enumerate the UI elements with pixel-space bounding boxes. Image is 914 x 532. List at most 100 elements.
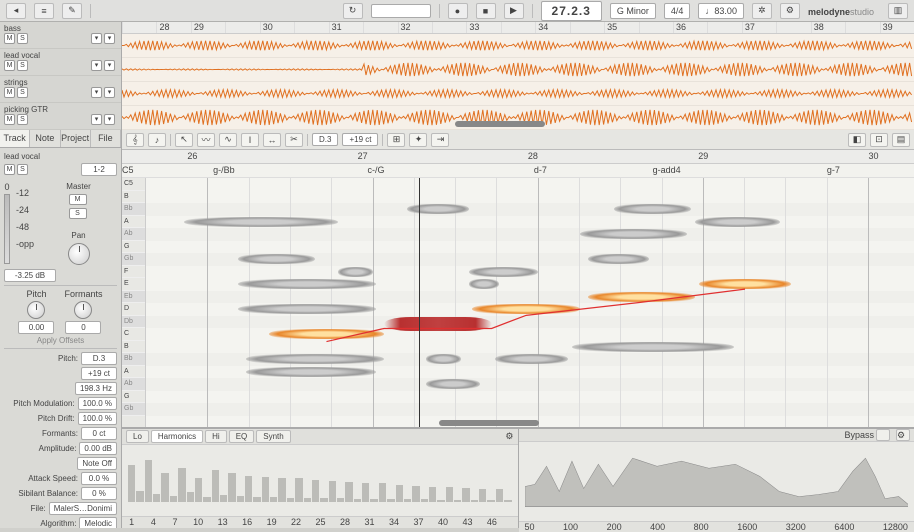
solo-button[interactable]: S bbox=[17, 87, 28, 98]
harmonic-bar[interactable] bbox=[195, 478, 202, 502]
note-blob[interactable] bbox=[695, 217, 779, 227]
tab-note[interactable]: Note bbox=[30, 130, 60, 147]
expand-icon[interactable]: ▾ bbox=[91, 114, 102, 125]
cycle-range[interactable] bbox=[371, 4, 431, 18]
position-display[interactable]: 27.2.3 bbox=[541, 1, 602, 21]
stop-button[interactable]: ■ bbox=[476, 3, 496, 19]
note-blob[interactable] bbox=[238, 304, 376, 314]
back-icon[interactable]: ◂ bbox=[6, 3, 26, 19]
harmonic-bar[interactable] bbox=[270, 497, 277, 502]
harmonic-bar[interactable] bbox=[320, 498, 327, 502]
harmonic-bar[interactable] bbox=[245, 476, 252, 503]
note-blob[interactable] bbox=[495, 354, 568, 364]
sound-tab-synth[interactable]: Synth bbox=[256, 430, 290, 443]
track-header-2[interactable]: strings MS ▾▾ bbox=[0, 76, 121, 103]
harmonic-bar[interactable] bbox=[178, 468, 185, 502]
sound-tab-harmonics[interactable]: Harmonics bbox=[151, 430, 203, 443]
editor-scrollbar[interactable] bbox=[439, 420, 539, 426]
note-blob[interactable] bbox=[338, 267, 373, 277]
pitch-knob[interactable] bbox=[27, 301, 45, 319]
arrange-scrollbar[interactable] bbox=[455, 121, 545, 127]
harmonic-bar[interactable] bbox=[237, 496, 244, 502]
track-header-1[interactable]: lead vocal MS ▾▾ bbox=[0, 49, 121, 76]
menu-icon[interactable]: ≡ bbox=[34, 3, 54, 19]
arrange-track-0[interactable] bbox=[122, 34, 914, 58]
note-info-value[interactable]: Note Off bbox=[77, 457, 117, 470]
tab-track[interactable]: Track bbox=[0, 130, 30, 147]
separation-tool-icon[interactable]: ✂ bbox=[285, 133, 303, 147]
range-field[interactable]: 1-2 bbox=[81, 163, 117, 176]
note-pitch-field[interactable]: D.3 bbox=[312, 133, 338, 146]
formants-knob[interactable] bbox=[74, 301, 92, 319]
harmonic-bar[interactable] bbox=[362, 483, 369, 502]
harmonic-bar[interactable] bbox=[396, 485, 403, 502]
harmonic-bar[interactable] bbox=[479, 489, 486, 502]
timing-tool-icon[interactable]: ↔ bbox=[263, 133, 281, 147]
note-blob[interactable] bbox=[614, 204, 691, 214]
options-icon[interactable]: ▾ bbox=[104, 60, 115, 71]
note-blob[interactable] bbox=[246, 367, 377, 377]
harmonic-bar[interactable] bbox=[354, 499, 361, 502]
note-blob[interactable] bbox=[238, 254, 315, 264]
tab-project[interactable]: Project bbox=[61, 130, 91, 147]
harmonics-chart[interactable] bbox=[122, 445, 518, 516]
harmonic-bar[interactable] bbox=[504, 500, 511, 502]
harmonic-bar[interactable] bbox=[437, 500, 444, 502]
chord-label[interactable]: g-/Bb bbox=[213, 165, 235, 175]
harmonic-bar[interactable] bbox=[145, 460, 152, 502]
settings-icon[interactable]: ⚙ bbox=[780, 3, 800, 19]
mute-button[interactable]: M bbox=[4, 114, 15, 125]
sound-tab-hi[interactable]: Hi bbox=[205, 430, 227, 443]
note-info-value[interactable]: MalerS…Donimi bbox=[49, 502, 117, 515]
list-icon[interactable]: ▤ bbox=[892, 133, 910, 147]
view-option-icon[interactable]: ◧ bbox=[848, 133, 866, 147]
note-blob[interactable] bbox=[699, 279, 791, 289]
harmonic-bar[interactable] bbox=[345, 482, 352, 502]
harmonic-bar[interactable] bbox=[128, 465, 135, 502]
snap-icon[interactable]: ⊞ bbox=[387, 133, 405, 147]
note-blob[interactable] bbox=[184, 217, 338, 227]
expand-icon[interactable]: ▾ bbox=[91, 33, 102, 44]
solo-button[interactable]: S bbox=[17, 33, 28, 44]
main-tool-icon[interactable]: ↖ bbox=[175, 133, 193, 147]
note-info-value[interactable]: 0.00 dB bbox=[79, 442, 117, 455]
pitch-tool-icon[interactable]: 〰 bbox=[197, 133, 215, 147]
note-info-value[interactable]: 100.0 % bbox=[78, 397, 117, 410]
harmonic-bar[interactable] bbox=[136, 491, 143, 502]
note-blob[interactable] bbox=[472, 304, 580, 314]
note-info-value[interactable]: 198.3 Hz bbox=[75, 382, 117, 395]
harmonic-bar[interactable] bbox=[387, 499, 394, 502]
harmonic-bar[interactable] bbox=[487, 500, 494, 502]
rhythm-icon[interactable]: ♪ bbox=[148, 133, 166, 147]
harmonic-bar[interactable] bbox=[446, 487, 453, 502]
note-info-value[interactable]: D.3 bbox=[81, 352, 117, 365]
chord-track[interactable]: C5g-/Bbc-/Gd-7g-add4g-7 bbox=[122, 164, 914, 178]
harmonic-bar[interactable] bbox=[220, 495, 227, 502]
note-info-value[interactable]: 0 ct bbox=[81, 427, 117, 440]
quantize-icon[interactable]: ⇥ bbox=[431, 133, 449, 147]
note-info-value[interactable]: Melodic bbox=[79, 517, 117, 528]
chord-label[interactable]: g-add4 bbox=[653, 165, 681, 175]
sound-tab-lo[interactable]: Lo bbox=[126, 430, 149, 443]
harmonic-bar[interactable] bbox=[429, 487, 436, 502]
timesig-display[interactable]: 4/4 bbox=[664, 3, 691, 19]
note-blob[interactable] bbox=[588, 254, 649, 264]
note-blob[interactable] bbox=[580, 229, 688, 239]
playhead[interactable] bbox=[419, 178, 420, 427]
arrange-view[interactable]: 282930313233343536373839 bbox=[122, 22, 914, 130]
harmonic-bar[interactable] bbox=[421, 499, 428, 502]
note-blob[interactable] bbox=[469, 279, 500, 289]
harmonic-bar[interactable] bbox=[278, 478, 285, 502]
note-blob[interactable] bbox=[269, 329, 384, 339]
harmonic-bar[interactable] bbox=[153, 494, 160, 502]
note-blob[interactable] bbox=[426, 354, 461, 364]
harmonic-bar[interactable] bbox=[462, 488, 469, 502]
arrange-ruler[interactable]: 282930313233343536373839 bbox=[122, 22, 914, 34]
master-solo[interactable]: S bbox=[69, 208, 87, 219]
zoom-icon[interactable]: ⊡ bbox=[870, 133, 888, 147]
harmonic-bar[interactable] bbox=[404, 499, 411, 502]
harmonic-bar[interactable] bbox=[370, 499, 377, 502]
track-header-0[interactable]: bass MS ▾▾ bbox=[0, 22, 121, 49]
mute-button[interactable]: M bbox=[4, 33, 15, 44]
harmonic-bar[interactable] bbox=[337, 498, 344, 502]
